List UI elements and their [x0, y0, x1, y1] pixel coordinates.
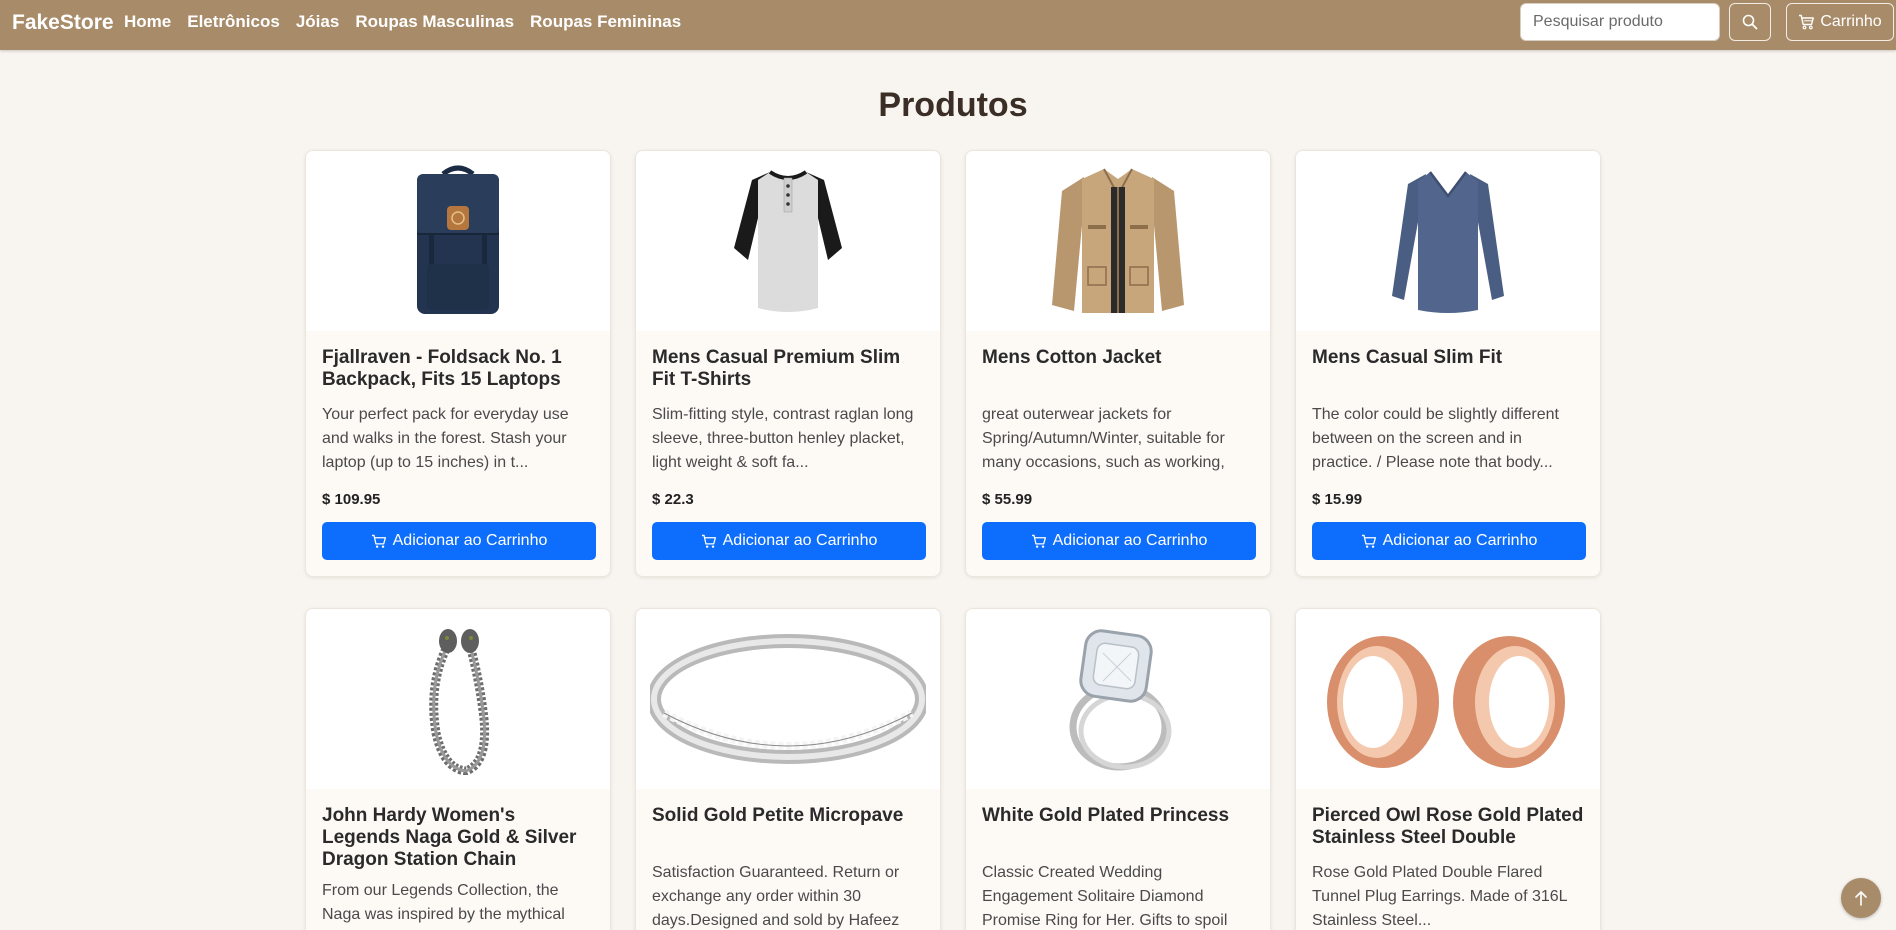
search-icon	[1742, 14, 1758, 30]
product-title[interactable]: Mens Casual Premium Slim Fit T-Shirts	[652, 347, 924, 391]
search-button[interactable]	[1729, 3, 1771, 41]
product-image[interactable]	[636, 151, 940, 331]
add-to-cart-label: Adicionar ao Carrinho	[392, 532, 548, 549]
nav-links: Home Eletrônicos Jóias Roupas Masculinas…	[124, 12, 681, 32]
nav-link-roupas-femininas[interactable]: Roupas Femininas	[530, 12, 681, 32]
product-image[interactable]	[966, 609, 1270, 789]
nav-link-joias[interactable]: Jóias	[296, 12, 339, 32]
product-title[interactable]: White Gold Plated Princess	[982, 805, 1254, 849]
cart-icon	[1799, 14, 1815, 30]
product-title[interactable]: Mens Casual Slim Fit	[1312, 347, 1584, 391]
product-price: $ 55.99	[982, 491, 1033, 508]
tunnel-earrings-image	[1327, 636, 1565, 768]
product-card: Fjallraven - Foldsack No. 1 Backpack, Fi…	[305, 150, 611, 577]
cart-icon	[371, 534, 386, 548]
add-to-cart-button[interactable]: Adicionar ao Carrinho	[1312, 522, 1586, 560]
cart-icon	[1361, 534, 1376, 548]
add-to-cart-button[interactable]: Adicionar ao Carrinho	[982, 522, 1256, 560]
cart-icon	[701, 534, 716, 548]
product-description: Classic Created Wedding Engagement Solit…	[982, 864, 1228, 929]
product-card: Mens Casual Premium Slim Fit T-Shirts Sl…	[635, 150, 941, 577]
dragon-bracelet-image	[429, 629, 490, 775]
add-to-cart-button[interactable]: Adicionar ao Carrinho	[322, 522, 596, 560]
product-price: $ 109.95	[322, 491, 381, 508]
product-description: Your perfect pack for everyday use and w…	[322, 406, 569, 471]
product-price: $ 22.3	[652, 491, 694, 508]
cart-label: Carrinho	[1820, 13, 1882, 30]
product-card: Solid Gold Petite Micropave Satisfaction…	[635, 608, 941, 930]
add-to-cart-button[interactable]: Adicionar ao Carrinho	[652, 522, 926, 560]
product-title[interactable]: Mens Cotton Jacket	[982, 347, 1254, 391]
product-image[interactable]	[306, 609, 610, 789]
cart-icon	[1031, 534, 1046, 548]
product-card: Mens Cotton Jacket great outerwear jacke…	[965, 150, 1271, 577]
product-description: great outerwear jackets for Spring/Autum…	[982, 406, 1225, 471]
slim-fit-shirt-image	[1392, 171, 1504, 313]
add-to-cart-label: Adicionar ao Carrinho	[1052, 532, 1208, 549]
product-description: The color could be slightly different be…	[1312, 406, 1559, 471]
product-title[interactable]: Pierced Owl Rose Gold Plated Stainless S…	[1312, 805, 1584, 849]
brand-logo[interactable]: FakeStore	[12, 11, 114, 35]
search-input[interactable]	[1520, 3, 1720, 41]
product-card: Mens Casual Slim Fit The color could be …	[1295, 150, 1601, 577]
product-card: Pierced Owl Rose Gold Plated Stainless S…	[1295, 608, 1601, 930]
cotton-jacket-image	[1052, 168, 1184, 313]
product-image[interactable]	[636, 609, 940, 789]
nav-link-roupas-masculinas[interactable]: Roupas Masculinas	[355, 12, 514, 32]
product-description: Slim-fitting style, contrast raglan long…	[652, 406, 914, 471]
product-image[interactable]	[1296, 151, 1600, 331]
top-navbar: FakeStore Home Eletrônicos Jóias Roupas …	[0, 0, 1896, 50]
add-to-cart-label: Adicionar ao Carrinho	[722, 532, 878, 549]
nav-link-eletronicos[interactable]: Eletrônicos	[187, 12, 280, 32]
micropave-ring-image	[650, 634, 926, 764]
add-to-cart-label: Adicionar ao Carrinho	[1382, 532, 1538, 549]
product-description: From our Legends Collection, the Naga wa…	[322, 882, 565, 923]
product-description: Rose Gold Plated Double Flared Tunnel Pl…	[1312, 864, 1567, 929]
product-card: John Hardy Women's Legends Naga Gold & S…	[305, 608, 611, 930]
arrow-up-icon	[1855, 891, 1867, 906]
cart-button[interactable]: Carrinho	[1786, 3, 1894, 41]
backpack-image	[417, 165, 499, 314]
back-to-top-button[interactable]	[1841, 878, 1881, 918]
product-image[interactable]	[966, 151, 1270, 331]
product-image[interactable]	[1296, 609, 1600, 789]
product-title[interactable]: John Hardy Women's Legends Naga Gold & S…	[322, 805, 594, 871]
product-description: Satisfaction Guaranteed. Return or excha…	[652, 864, 900, 929]
princess-ring-image	[1069, 629, 1172, 771]
product-title[interactable]: Solid Gold Petite Micropave	[652, 805, 924, 849]
product-price: $ 15.99	[1312, 491, 1363, 508]
product-title[interactable]: Fjallraven - Foldsack No. 1 Backpack, Fi…	[322, 347, 594, 391]
product-card: White Gold Plated Princess Classic Creat…	[965, 608, 1271, 930]
nav-link-home[interactable]: Home	[124, 12, 171, 32]
page-title: Produtos	[878, 86, 1028, 124]
product-image[interactable]	[306, 151, 610, 331]
henley-shirt-image	[734, 170, 842, 312]
